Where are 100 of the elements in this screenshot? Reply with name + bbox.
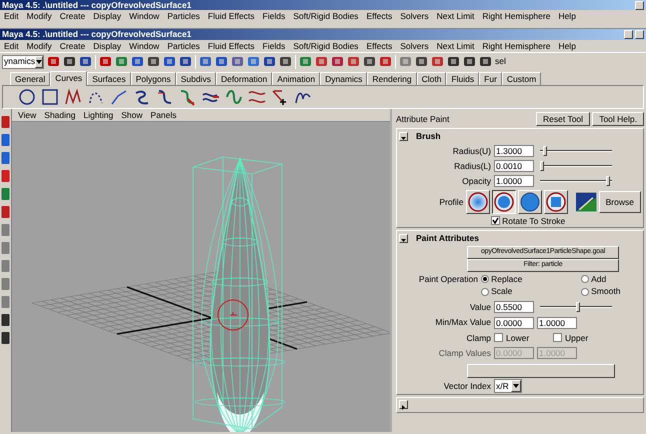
menu-item[interactable]: Fluid Effects: [204, 40, 259, 52]
menu-item[interactable]: Fluid Effects: [204, 10, 259, 22]
menu-item[interactable]: Effects: [362, 40, 396, 52]
tool-icon[interactable]: [315, 55, 328, 68]
tool-icon[interactable]: [1, 151, 10, 165]
collapse-toggle[interactable]: [399, 400, 408, 410]
radio-button[interactable]: [581, 275, 589, 284]
slider-thumb[interactable]: [543, 146, 548, 156]
slider-thumb[interactable]: [540, 160, 544, 171]
slider-thumb[interactable]: [576, 302, 580, 312]
number-field[interactable]: 1.3000: [494, 144, 534, 157]
minimize-button[interactable]: [635, 0, 644, 10]
menu-item[interactable]: Window: [125, 40, 164, 52]
tool-icon[interactable]: [263, 55, 276, 68]
tool-icon[interactable]: [131, 55, 144, 68]
tool-icon[interactable]: [99, 55, 112, 68]
shelf-tab[interactable]: Cloth: [416, 72, 446, 85]
tool-icon[interactable]: [147, 55, 160, 68]
tool-icon[interactable]: [179, 55, 192, 68]
checkbox[interactable]: [491, 216, 500, 226]
menu-item[interactable]: Edit: [0, 40, 23, 52]
maximize-button[interactable]: [635, 30, 644, 39]
tool-icon[interactable]: [415, 55, 428, 68]
menu-item[interactable]: Particles: [163, 40, 204, 52]
menu-item[interactable]: Shading: [40, 110, 80, 120]
shelf-tab[interactable]: Custom: [502, 72, 542, 85]
menu-item[interactable]: Modify: [22, 10, 56, 22]
shelf-tab[interactable]: General: [10, 72, 50, 85]
tool-icon[interactable]: [463, 55, 476, 68]
menu-item[interactable]: Modify: [22, 40, 56, 52]
menu-item[interactable]: Display: [89, 10, 126, 22]
mode-dropdown[interactable]: ynamics: [2, 54, 44, 68]
menu-item[interactable]: Display: [89, 40, 126, 52]
checkbox[interactable]: [494, 333, 503, 342]
tool-icon[interactable]: [163, 55, 176, 68]
menu-item[interactable]: Soft/Rigid Bodies: [289, 40, 362, 52]
slider-thumb[interactable]: [606, 176, 610, 186]
shelf-tab[interactable]: Curves: [50, 71, 88, 86]
number-field[interactable]: 1.0000: [537, 316, 577, 328]
tool-icon[interactable]: [1, 331, 10, 345]
menu-item[interactable]: Edit: [0, 10, 23, 22]
menu-item[interactable]: Create: [56, 10, 90, 22]
radio-button[interactable]: [481, 288, 489, 296]
menu-item[interactable]: Particles: [163, 10, 204, 22]
tool-icon[interactable]: [479, 55, 492, 68]
section-header[interactable]: [396, 396, 644, 413]
tool-button[interactable]: Tool Help.: [592, 112, 644, 126]
tool-icon[interactable]: [279, 55, 292, 68]
tool-icon[interactable]: [363, 55, 376, 68]
tool-icon[interactable]: [331, 55, 344, 68]
radio-button[interactable]: [481, 275, 489, 284]
number-field[interactable]: 0.0010: [494, 160, 534, 172]
shelf-tab[interactable]: Deformation: [216, 72, 272, 85]
menu-item[interactable]: View: [14, 110, 40, 120]
menu-item[interactable]: Right Hemisphere: [478, 40, 554, 52]
tool-icon[interactable]: [347, 55, 360, 68]
radio-button[interactable]: [581, 288, 589, 296]
menu-item[interactable]: Create: [56, 40, 90, 52]
tool-icon[interactable]: [231, 55, 244, 68]
menu-item[interactable]: Next Limit: [432, 10, 478, 22]
menu-item[interactable]: Window: [125, 10, 164, 22]
tool-icon[interactable]: [199, 55, 212, 68]
vector-index-dropdown[interactable]: x/R: [494, 379, 522, 394]
tool-icon[interactable]: [379, 55, 392, 68]
curve-tool-icon[interactable]: [40, 87, 60, 107]
number-field[interactable]: 1.0000: [494, 175, 534, 188]
menu-item[interactable]: Help: [554, 40, 580, 52]
menu-item[interactable]: Fields: [258, 40, 290, 52]
tool-icon[interactable]: [47, 55, 60, 68]
number-field[interactable]: 0.5500: [494, 301, 534, 314]
menu-item[interactable]: Fields: [258, 10, 290, 22]
tool-icon[interactable]: [1, 115, 10, 129]
shelf-tab[interactable]: Subdivs: [176, 72, 216, 85]
tool-icon[interactable]: [1, 313, 10, 327]
menu-item[interactable]: Solvers: [396, 10, 433, 22]
shelf-tab[interactable]: Surfaces: [87, 72, 131, 85]
menu-item[interactable]: Help: [554, 10, 580, 22]
shelf-tab[interactable]: Rendering: [367, 72, 417, 85]
browse-button[interactable]: Browse: [598, 190, 641, 213]
brush-profile-button[interactable]: [492, 190, 516, 214]
tool-icon[interactable]: [1, 133, 10, 147]
menu-item[interactable]: Lighting: [79, 110, 118, 120]
shelf-tab[interactable]: Fur: [479, 72, 502, 85]
shelf-tab[interactable]: Fluids: [446, 72, 480, 85]
tool-icon[interactable]: [215, 55, 228, 68]
collapse-toggle[interactable]: [399, 132, 408, 141]
tool-button[interactable]: Reset Tool: [536, 112, 590, 126]
menu-item[interactable]: Effects: [362, 10, 396, 22]
tool-icon[interactable]: [79, 55, 92, 68]
menu-item[interactable]: Solvers: [396, 40, 433, 52]
shelf-tab[interactable]: Dynamics: [320, 72, 368, 85]
shelf-tab[interactable]: Animation: [272, 72, 320, 85]
tool-icon[interactable]: [447, 55, 460, 68]
tool-icon[interactable]: [431, 55, 444, 68]
menu-item[interactable]: Panels: [146, 110, 181, 120]
number-field[interactable]: 0.0000: [494, 316, 534, 328]
checkbox[interactable]: [553, 333, 562, 342]
minimize-button[interactable]: [624, 30, 633, 39]
action-button[interactable]: [467, 364, 615, 378]
menu-item[interactable]: Next Limit: [432, 40, 478, 52]
